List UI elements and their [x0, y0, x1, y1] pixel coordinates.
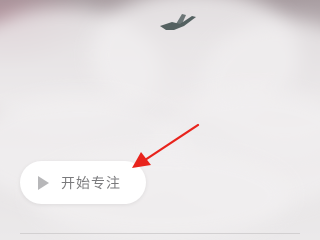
- divider: [20, 233, 300, 234]
- start-focus-button[interactable]: 开始专注: [20, 161, 146, 204]
- bird-image: [160, 14, 196, 30]
- focus-screen: 开始专注: [0, 0, 320, 240]
- start-focus-label: 开始专注: [61, 175, 121, 192]
- play-icon: [38, 175, 49, 190]
